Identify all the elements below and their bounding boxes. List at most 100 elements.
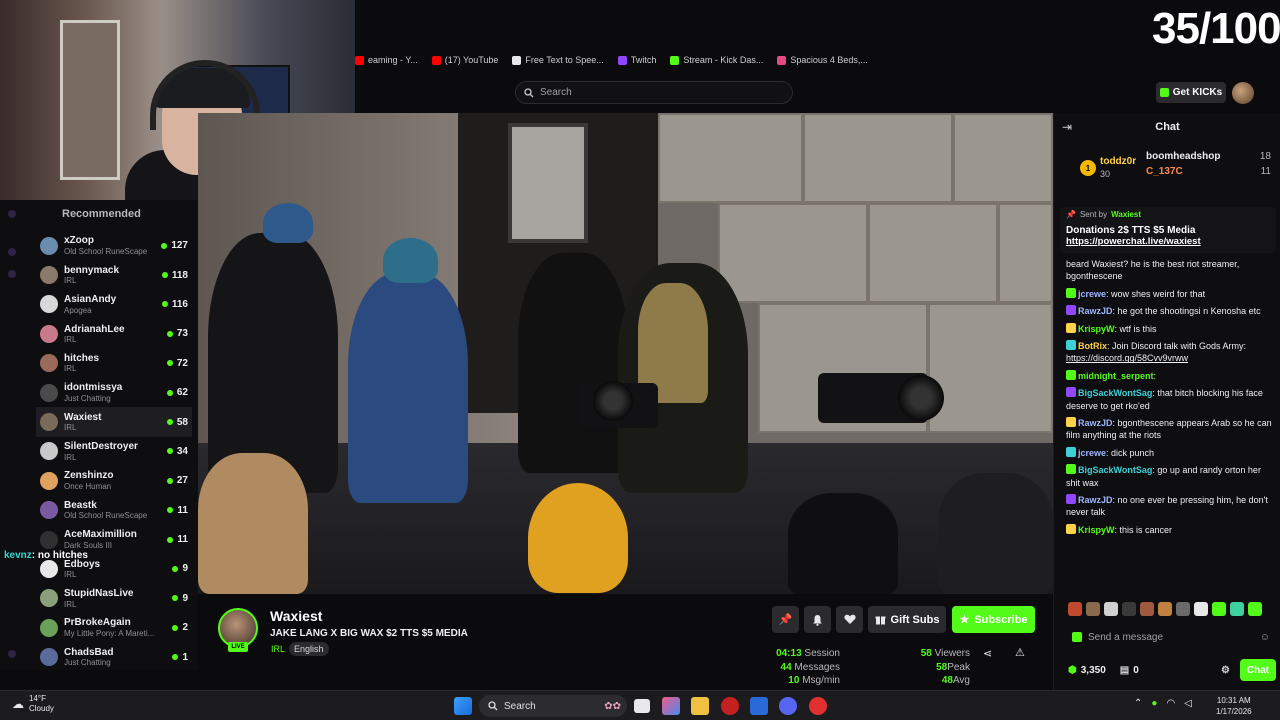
rail-icon[interactable]: [8, 270, 16, 278]
channel-category: Old School RuneScape: [64, 511, 148, 521]
emote-icon[interactable]: [1194, 602, 1208, 616]
start-icon[interactable]: [454, 697, 472, 715]
streamer-name[interactable]: Waxiest: [270, 608, 322, 624]
chat-username[interactable]: BigSackWontSag: [1078, 388, 1152, 398]
chat-username[interactable]: KrispyW: [1078, 525, 1115, 535]
bookmark-item[interactable]: Spacious 4 Beds,...: [777, 55, 868, 65]
chat-username[interactable]: midnight_serpent: [1078, 371, 1154, 381]
emote-icon[interactable]: [1086, 602, 1100, 616]
user-avatar[interactable]: [1232, 82, 1254, 104]
bookmark-item[interactable]: Stream - Kick Das...: [670, 55, 763, 65]
share-icon[interactable]: ⋖: [983, 647, 992, 660]
taskbar-search[interactable]: Search ✿✿: [479, 695, 627, 717]
follow-button[interactable]: [836, 606, 863, 633]
chat-username[interactable]: jcrewe: [1078, 289, 1106, 299]
pin-button[interactable]: 📌: [772, 606, 799, 633]
volume-icon[interactable]: ◁: [1184, 698, 1192, 709]
recommended-channel[interactable]: PrBrokeAgain My Little Pony: A Mareti...…: [36, 613, 192, 642]
video-stone: [928, 303, 1053, 433]
channel-viewers: 73: [176, 328, 188, 340]
top-gifter[interactable]: 1 toddz0r 30: [1080, 155, 1136, 181]
chat-username[interactable]: RawzJD: [1078, 418, 1113, 428]
recommended-channel[interactable]: bennymack IRL 118: [36, 260, 192, 289]
emote-icon[interactable]: [1104, 602, 1118, 616]
chat-username[interactable]: BotRix: [1078, 341, 1107, 351]
notifications-button[interactable]: [804, 606, 831, 633]
recommended-channel[interactable]: Zenshinzo Once Human 27: [36, 466, 192, 495]
channel-viewers: 9: [182, 592, 188, 604]
bookmark-item[interactable]: (17) YouTube: [431, 55, 498, 65]
task-view-icon[interactable]: [634, 699, 650, 713]
report-icon[interactable]: ⚠: [1015, 646, 1025, 659]
recommended-channel[interactable]: hitches IRL 72: [36, 349, 192, 378]
store-icon[interactable]: [750, 697, 768, 715]
emote-icon[interactable]: [1122, 602, 1136, 616]
recommended-channel[interactable]: xZoop Old School RuneScape 127: [36, 231, 192, 260]
chat-username[interactable]: jcrewe: [1078, 448, 1106, 458]
emote-icon[interactable]: [1248, 602, 1262, 616]
channel-name: xZoop: [64, 235, 94, 247]
pinned-link[interactable]: https://powerchat.live/waxiest: [1066, 236, 1270, 247]
smiley-icon[interactable]: ☺: [1260, 632, 1270, 643]
gift-subs-button[interactable]: Gift Subs: [868, 606, 946, 633]
site-search-input[interactable]: Search: [515, 81, 793, 104]
recommended-channel[interactable]: Waxiest IRL 58: [36, 407, 192, 437]
get-kicks-button[interactable]: Get KICKs: [1156, 82, 1226, 103]
chat-username[interactable]: RawzJD: [1078, 306, 1113, 316]
bookmark-item[interactable]: Free Text to Spee...: [512, 55, 604, 65]
chat-overlay-message: kevnz: no hitches: [4, 550, 88, 561]
recommended-channel[interactable]: SilentDestroyer IRL 34: [36, 437, 192, 466]
recommended-channel[interactable]: AdrianahLee IRL 73: [36, 319, 192, 348]
recommended-channel[interactable]: idontmissya Just Chatting 62: [36, 378, 192, 407]
bookmark-item[interactable]: eaming - Y...: [355, 55, 418, 65]
opera-icon[interactable]: [721, 697, 739, 715]
chat-username[interactable]: RawzJD: [1078, 495, 1113, 505]
rail-icon[interactable]: [8, 248, 16, 256]
discord-icon[interactable]: [779, 697, 797, 715]
chat-link[interactable]: https://discord.gg/58Cvv9vrww: [1066, 353, 1188, 363]
emote-picker-icon[interactable]: [1072, 632, 1082, 642]
chevron-up-icon[interactable]: ⌃: [1134, 698, 1142, 709]
gifter-row[interactable]: boomheadshop 18: [1146, 151, 1271, 162]
copilot-icon[interactable]: [662, 697, 680, 715]
clock[interactable]: 10:31 AM 1/17/2026: [1216, 695, 1252, 717]
emote-icon[interactable]: [1176, 602, 1190, 616]
emote-icon[interactable]: [1212, 602, 1226, 616]
channel-viewers: 2: [182, 622, 188, 634]
emote-icon[interactable]: [1068, 602, 1082, 616]
video-stone: [803, 113, 953, 203]
recommended-channel[interactable]: AsianAndy Apogea 116: [36, 290, 192, 319]
emote-icon[interactable]: [1140, 602, 1154, 616]
stream-language-tag[interactable]: English: [289, 642, 329, 656]
wifi-icon[interactable]: ◠: [1166, 698, 1175, 709]
microphone-icon[interactable]: ●: [1151, 698, 1157, 709]
subscribe-button[interactable]: ★ Subscribe: [952, 606, 1035, 633]
file-explorer-icon[interactable]: [691, 697, 709, 715]
chat-input[interactable]: Send a message ☺: [1068, 626, 1276, 648]
settings-icon[interactable]: ⚙: [1221, 665, 1230, 676]
recommended-channel[interactable]: ChadsBad Just Chatting 1: [36, 642, 192, 671]
chat-text: beard Waxiest? he is the best riot strea…: [1066, 259, 1240, 282]
chat-message: KrispyW: this is cancer: [1066, 523, 1276, 536]
gifter-row[interactable]: C_137C 11: [1146, 166, 1271, 177]
channel-category: Apogea: [64, 305, 92, 315]
app-icon[interactable]: [809, 697, 827, 715]
emote-icon[interactable]: [1230, 602, 1244, 616]
rail-icon[interactable]: [8, 210, 16, 218]
chat-badge-icon: [1066, 305, 1076, 316]
channel-viewers: 58: [176, 416, 188, 428]
recommended-channel[interactable]: Beastk Old School RuneScape 11: [36, 496, 192, 525]
bookmark-item[interactable]: Twitch: [617, 55, 656, 65]
weather-widget[interactable]: ☁ 14°F Cloudy: [12, 694, 54, 714]
recommended-channel[interactable]: StupidNasLive IRL 9: [36, 584, 192, 613]
pinned-message[interactable]: 📌 Sent by Waxiest Donations 2$ TTS $5 Me…: [1060, 207, 1276, 253]
stream-category[interactable]: IRL: [271, 644, 285, 654]
video-player[interactable]: [198, 113, 1053, 594]
clock-time: 10:31 AM: [1216, 696, 1251, 705]
send-chat-button[interactable]: Chat: [1240, 659, 1276, 681]
rail-icon[interactable]: [8, 650, 16, 658]
chat-username[interactable]: BigSackWontSag: [1078, 465, 1152, 475]
channel-viewers: 11: [177, 534, 188, 546]
chat-username[interactable]: KrispyW: [1078, 324, 1115, 334]
emote-icon[interactable]: [1158, 602, 1172, 616]
